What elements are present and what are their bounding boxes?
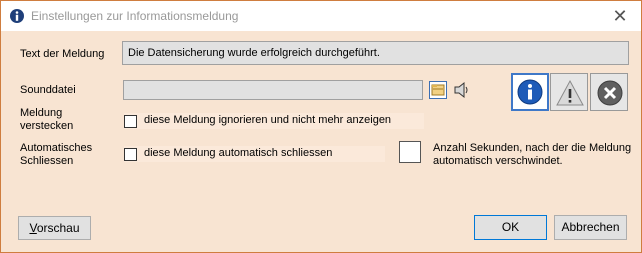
hide-label-line2: verstecken	[20, 120, 74, 132]
error-icon	[597, 80, 623, 106]
warning-icon	[556, 79, 584, 106]
autoclose-checkbox-label: diese Meldung automatisch schliessen	[144, 147, 333, 159]
seconds-hint-line2: automatisch verschwindet.	[433, 155, 563, 167]
preview-mnemonic: V	[29, 221, 37, 235]
message-field[interactable]: Die Datensicherung wurde erfolgreich dur…	[122, 41, 629, 65]
play-sound-button[interactable]	[452, 81, 470, 99]
sound-label: Sounddatei	[20, 84, 76, 96]
cancel-button[interactable]: Abbrechen	[554, 215, 627, 240]
close-button[interactable]: ✕	[605, 5, 635, 27]
browse-file-button[interactable]	[429, 81, 447, 99]
dialog-window: Einstellungen zur Informationsmeldung ✕ …	[0, 0, 642, 253]
title-bar: Einstellungen zur Informationsmeldung ✕	[1, 1, 641, 31]
sound-file-field[interactable]	[123, 80, 423, 100]
seconds-hint-line1: Anzahl Sekunden, nach der die Meldung	[433, 142, 632, 154]
icon-option-warning[interactable]	[550, 73, 588, 111]
folder-open-icon	[429, 81, 447, 99]
seconds-input[interactable]	[399, 141, 421, 163]
hide-label-line1: Meldung	[20, 107, 63, 119]
autoclose-label-line2: Schliessen	[20, 155, 74, 167]
message-label: Text der Meldung	[20, 48, 105, 60]
preview-button[interactable]: Vorschau	[18, 216, 91, 240]
info-icon	[517, 79, 543, 105]
hide-checkbox-label: diese Meldung ignorieren und nicht mehr …	[144, 114, 392, 126]
autoclose-option-row[interactable]: diese Meldung automatisch schliessen	[124, 146, 385, 162]
app-info-icon	[10, 9, 24, 23]
hide-option-row[interactable]: diese Meldung ignorieren und nicht mehr …	[124, 113, 424, 129]
hide-checkbox[interactable]	[124, 115, 137, 128]
window-title: Einstellungen zur Informationsmeldung	[31, 9, 239, 23]
icon-option-error[interactable]	[590, 73, 628, 111]
ok-button[interactable]: OK	[474, 215, 547, 240]
autoclose-label-line1: Automatisches	[20, 142, 93, 154]
speaker-icon	[454, 81, 468, 99]
preview-label: orschau	[36, 221, 80, 235]
autoclose-checkbox[interactable]	[124, 148, 137, 161]
icon-option-info[interactable]	[511, 73, 549, 111]
